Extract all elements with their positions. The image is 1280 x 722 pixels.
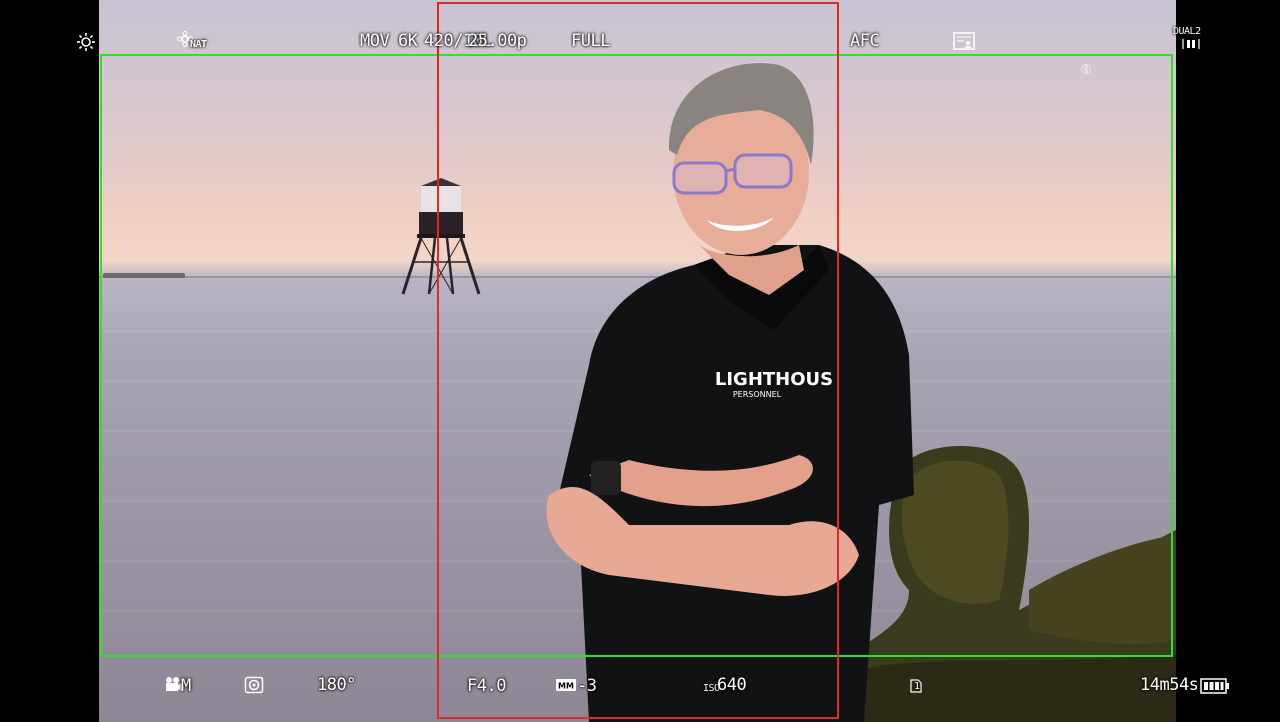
rec-time-remaining: 14m54s: [1140, 675, 1199, 695]
card-mode-icon[interactable]: [953, 32, 975, 50]
battery-icon: [1200, 678, 1230, 694]
image-area-label[interactable]: FULL: [571, 33, 610, 50]
lighthouse-image: [401, 178, 481, 295]
shutter-angle-label[interactable]: 180°: [317, 677, 356, 694]
exposure-comp-icon[interactable]: MM: [556, 679, 576, 691]
aperture-label[interactable]: F4.0: [467, 678, 506, 695]
shirt-logo-subtext: PERSONNEL: [733, 390, 782, 399]
dual-slot-icon: [1180, 37, 1202, 51]
photo-style-label: NAT: [190, 39, 207, 50]
frame-rate-label[interactable]: 25.00p: [468, 33, 527, 50]
bluetooth-icon: [1081, 62, 1091, 76]
exposure-comp-value[interactable]: -3: [577, 678, 597, 695]
card-mode-label: DUAL2: [1173, 26, 1201, 37]
rec-format-label[interactable]: MOV: [360, 33, 390, 50]
viewfinder-scene: LIGHTHOUS PERSONNEL: [99, 0, 1176, 722]
resolution-label[interactable]: 6K: [398, 33, 418, 50]
metering-icon[interactable]: [244, 676, 264, 694]
distant-spit: [103, 273, 185, 278]
exposure-mode-label[interactable]: M: [181, 678, 191, 695]
subject-person-image: LIGHTHOUS PERSONNEL: [546, 63, 914, 722]
card-slot-label: 1: [914, 681, 920, 692]
svg-text:MM: MM: [558, 682, 574, 691]
focus-mode-label[interactable]: AFC: [850, 33, 880, 50]
shirt-logo-text: LIGHTHOUS: [715, 369, 833, 390]
iso-value[interactable]: 640: [717, 677, 747, 694]
movie-mode-icon[interactable]: [164, 676, 182, 692]
brightness-icon[interactable]: [76, 32, 96, 52]
